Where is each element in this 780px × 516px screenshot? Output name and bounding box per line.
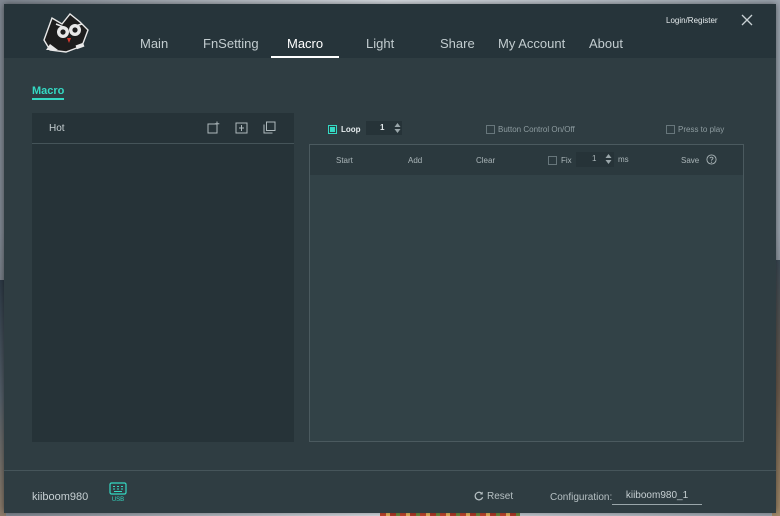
button-control-checkbox[interactable]	[486, 125, 495, 134]
section-title: Macro	[32, 85, 65, 100]
tab-about[interactable]: About	[589, 36, 623, 56]
press-to-play-checkbox[interactable]	[666, 125, 675, 134]
keyboard-icon	[109, 482, 127, 495]
reset-label: Reset	[487, 491, 514, 502]
stepper-arrows-icon[interactable]	[394, 122, 401, 134]
copy-icon[interactable]	[263, 121, 276, 134]
loop-count-stepper[interactable]: 1	[366, 121, 402, 135]
press-to-play-label: Press to play	[678, 125, 725, 134]
reset-icon	[474, 491, 484, 501]
fix-delay-value: 1	[592, 154, 597, 163]
fix-label: Fix	[561, 156, 572, 165]
start-button[interactable]: Start	[336, 156, 353, 165]
fix-checkbox[interactable]	[548, 156, 557, 165]
macro-editor-panel: Start Add Clear Fix 1 ms Save	[309, 144, 744, 442]
tab-my-account[interactable]: My Account	[498, 36, 565, 56]
tab-share[interactable]: Share	[440, 36, 475, 56]
add-button[interactable]: Add	[408, 156, 422, 165]
device-name: kiiboom980	[32, 491, 89, 503]
close-icon[interactable]	[740, 13, 754, 27]
header-bar: Main FnSetting Macro Light Share My Acco…	[4, 4, 776, 58]
macro-list-panel: Hot	[32, 113, 294, 442]
main-nav: Main FnSetting Macro Light Share My Acco…	[4, 4, 776, 58]
tab-light[interactable]: Light	[366, 36, 394, 56]
footer-bar: kiiboom980 USB Reset Configuration: kiib…	[4, 470, 776, 513]
clear-button[interactable]: Clear	[476, 156, 495, 165]
stepper-arrows-icon[interactable]	[605, 153, 612, 165]
usb-label: USB	[111, 497, 125, 503]
app-window: Main FnSetting Macro Light Share My Acco…	[4, 4, 776, 513]
new-macro-icon[interactable]	[207, 121, 220, 134]
save-button[interactable]: Save	[681, 156, 699, 165]
import-icon[interactable]	[235, 121, 248, 134]
reset-button[interactable]: Reset	[474, 491, 513, 502]
configuration-select[interactable]: kiiboom980_1	[612, 488, 702, 505]
loop-count-value: 1	[380, 123, 385, 132]
help-icon[interactable]	[706, 154, 717, 165]
fix-unit-label: ms	[618, 155, 629, 164]
macro-editor-toolbar: Start Add Clear Fix 1 ms Save	[310, 145, 743, 175]
tab-macro[interactable]: Macro	[270, 36, 340, 58]
configuration-label: Configuration:	[550, 492, 613, 503]
loop-checkbox[interactable]	[328, 125, 337, 134]
macro-list-header: Hot	[32, 113, 294, 144]
macro-list-header-label: Hot	[49, 123, 65, 134]
tab-fnsetting[interactable]: FnSetting	[203, 36, 259, 56]
tab-main[interactable]: Main	[140, 36, 168, 56]
usb-connection-button[interactable]: USB	[108, 481, 128, 507]
loop-label: Loop	[341, 125, 361, 134]
login-register-link[interactable]: Login/Register	[666, 16, 718, 25]
button-control-label: Button Control On/Off	[498, 125, 575, 134]
fix-delay-stepper[interactable]: 1	[576, 152, 614, 167]
